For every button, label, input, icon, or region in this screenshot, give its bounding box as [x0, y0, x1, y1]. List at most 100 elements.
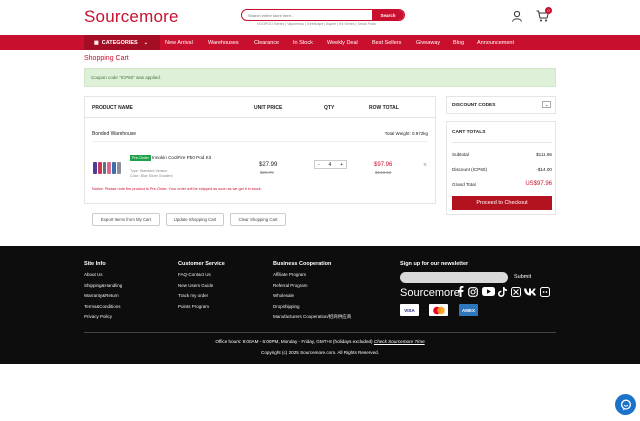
tiktok-icon[interactable] — [497, 286, 508, 297]
preorder-notice: Notice: Please note the product is Pre-O… — [92, 187, 262, 191]
main-nav: ▦ CATEGORIES ⌄ New Arrival Warehouses Cl… — [0, 35, 640, 50]
logo-more-text: more — [139, 7, 179, 26]
grand-total-value: US$97.96 — [525, 181, 552, 187]
office-hours: Office hours: 9:00AM - 6:00PM, Monday - … — [0, 339, 640, 344]
footer-link[interactable]: Points Program — [178, 304, 209, 309]
user-icon[interactable] — [511, 10, 523, 22]
footer-link[interactable]: Manufacturers Cooperation/招商供应商 — [273, 314, 351, 320]
nav-weekly-deal[interactable]: Weekly Deal — [327, 35, 358, 50]
footer-logo: Sourcemore — [400, 287, 460, 299]
warehouse-divider — [92, 141, 428, 142]
footer-link[interactable]: Dropshipping — [273, 304, 300, 309]
grand-total-label: Grand Total — [452, 181, 476, 187]
grand-total-row: Grand Total US$97.96 — [452, 181, 552, 187]
nav-blog[interactable]: Blog — [453, 35, 464, 50]
youtube-icon[interactable] — [481, 286, 495, 297]
nav-giveaway[interactable]: Giveaway — [416, 35, 440, 50]
nav-in-stock[interactable]: In Stock — [293, 35, 313, 50]
header-divider — [85, 117, 435, 118]
discount-codes-panel[interactable]: DISCOUNT CODES ⌄ — [446, 96, 556, 114]
site-logo[interactable]: Sourcemore — [84, 7, 179, 27]
office-hours-text: Office hours: 9:00AM - 6:00PM, Monday - … — [215, 339, 373, 344]
footer-customer-service-title: Customer Service — [178, 261, 225, 267]
visa-payment-icon: VISA — [400, 304, 419, 316]
col-unit-price: UNIT PRICE — [254, 105, 283, 111]
discount-codes-title: DISCOUNT CODES — [452, 102, 496, 108]
site-footer: Site Info About Us Shipping&Handling War… — [0, 246, 640, 364]
newsletter-email-input[interactable] — [400, 272, 508, 283]
footer-business-title: Business Cooperation — [273, 261, 332, 267]
page-title: Shopping Cart — [84, 55, 129, 62]
subtotal-row: Subtotal $111.96 — [452, 152, 552, 157]
product-thumbnail[interactable] — [93, 160, 121, 174]
qty-increase-button[interactable]: + — [340, 162, 343, 168]
chat-bubble-icon — [620, 399, 631, 410]
checkout-button[interactable]: Proceed to Checkout — [452, 196, 552, 210]
footer-link[interactable]: Track my order — [178, 293, 208, 298]
menu-grid-icon: ▦ — [94, 39, 99, 46]
product-name-link[interactable]: Innokin CoolFire Pb0 Pod Kit — [152, 155, 211, 160]
footer-site-info-title: Site Info — [84, 261, 106, 267]
nav-announcement[interactable]: Announcement — [477, 35, 514, 50]
total-weight: Total Weight: 0.972kg — [384, 131, 428, 136]
chevron-down-icon[interactable]: ⌄ — [542, 101, 551, 108]
footer-link[interactable]: About Us — [84, 272, 103, 277]
search-input[interactable] — [248, 10, 368, 20]
totals-divider — [452, 142, 552, 143]
categories-label: CATEGORIES — [101, 39, 138, 46]
footer-link[interactable]: New Users Guide — [178, 283, 213, 288]
cart-totals-title: CART TOTALS — [452, 130, 486, 135]
product-color: Color: Blue Silver Gradient — [130, 174, 173, 178]
footer-link[interactable]: Terms&Conditions — [84, 304, 121, 309]
subtotal-label: Subtotal — [452, 152, 469, 157]
chevron-down-icon: ⌄ — [143, 39, 148, 46]
amex-payment-icon: AMEX — [459, 304, 478, 316]
nav-new-arrival[interactable]: New Arrival — [165, 35, 193, 50]
check-time-link[interactable]: Check Sourcemore Time — [374, 339, 425, 344]
update-cart-button[interactable]: Update Shopping Cart — [166, 213, 224, 226]
discord-icon[interactable] — [539, 286, 550, 297]
row-total: $97.96 — [374, 162, 393, 168]
unit-price-original: $29.79 — [260, 170, 274, 175]
vk-icon[interactable] — [523, 286, 536, 297]
quantity-stepper: - 4 + — [314, 160, 347, 169]
footer-divider — [84, 332, 556, 333]
site-header: Sourcemore Search VOOPOO Series | Vapore… — [0, 0, 640, 35]
x-twitter-icon[interactable] — [510, 286, 521, 297]
footer-link[interactable]: Wholesale — [273, 293, 294, 298]
qty-decrease-button[interactable]: - — [318, 162, 320, 168]
cart-table: PRODUCT NAME UNIT PRICE QTY ROW TOTAL Bo… — [84, 96, 436, 204]
chat-support-button[interactable] — [615, 394, 636, 415]
unit-price: $27.99 — [259, 162, 278, 168]
nav-clearance[interactable]: Clearance — [254, 35, 279, 50]
remove-item-icon[interactable]: × — [423, 162, 427, 169]
footer-link[interactable]: Affiliate Program — [273, 272, 306, 277]
cart-count-badge: 0 — [545, 7, 552, 14]
facebook-icon[interactable] — [455, 286, 466, 297]
categories-menu[interactable]: ▦ CATEGORIES ⌄ — [84, 35, 160, 50]
footer-link[interactable]: Privacy Policy — [84, 314, 112, 319]
clear-cart-button[interactable]: Clear Shopping Cart — [230, 213, 286, 226]
cart-totals-panel: CART TOTALS Subtotal $111.96 Discount (I… — [446, 121, 556, 215]
row-total-original: $143.16 — [375, 170, 392, 175]
mastercard-payment-icon: MC — [429, 304, 448, 316]
product-type: Type: Standard Version — [130, 169, 168, 173]
instagram-icon[interactable] — [467, 286, 478, 297]
subtotal-value: $111.96 — [536, 152, 552, 157]
hot-searches[interactable]: VOOPOO Series | Vaporesso | Geekvape | A… — [257, 22, 376, 26]
warehouse-label: Bonded Warehouse — [92, 131, 137, 137]
col-product-name: PRODUCT NAME — [92, 105, 133, 111]
footer-link[interactable]: Referral Program — [273, 283, 308, 288]
newsletter-submit-button[interactable]: Submit — [514, 274, 531, 280]
export-items-button[interactable]: Export Items from My Cart — [92, 213, 160, 226]
nav-warehouses[interactable]: Warehouses — [208, 35, 239, 50]
col-row-total: ROW TOTAL — [369, 105, 399, 111]
footer-link[interactable]: Warranty&Return — [84, 293, 119, 298]
footer-link[interactable]: FAQ-Contact Us — [178, 272, 211, 277]
preorder-badge: Pre-Order — [130, 155, 151, 161]
qty-value[interactable]: 4 — [328, 162, 331, 168]
footer-link[interactable]: Shipping&Handling — [84, 283, 122, 288]
discount-row: Discount (ICP60) -$14.00 — [452, 167, 552, 172]
search-button[interactable]: Search — [372, 10, 404, 20]
nav-best-sellers[interactable]: Best Sellers — [372, 35, 401, 50]
